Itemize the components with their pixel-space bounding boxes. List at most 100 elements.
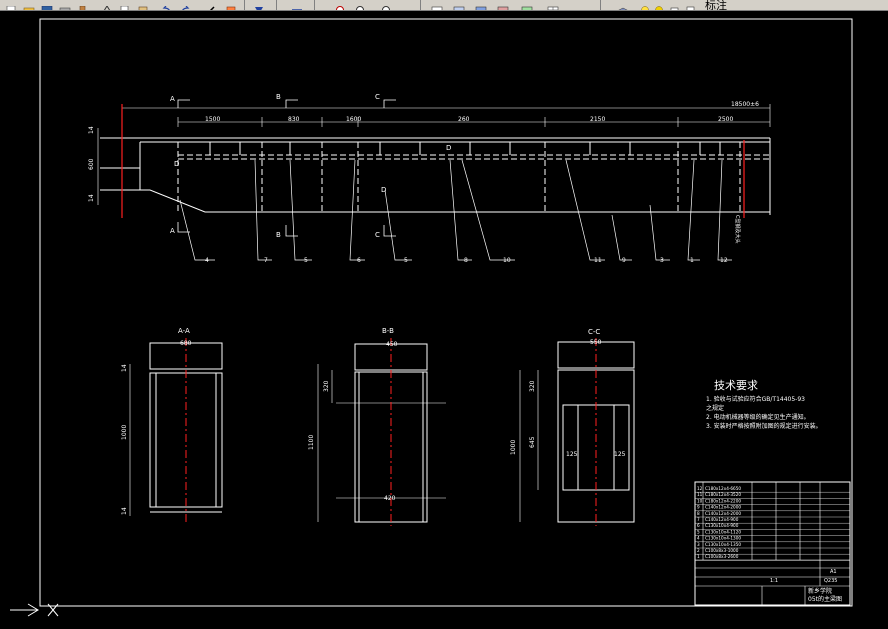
dim-4: 260 [458,116,470,123]
scale: 1:1 [770,578,778,584]
zoom-window-icon[interactable] [354,0,368,10]
aa-width: 680 [180,340,192,347]
title-block-row-name: C140x12x4-2000 [705,505,741,510]
layer-icon[interactable] [616,0,630,10]
bb-inner: 420 [384,495,396,502]
bb-small: 320 [323,380,330,392]
dim-5: 2150 [590,116,605,123]
copy-icon[interactable] [118,0,132,10]
zoom-realtime-icon[interactable] [334,0,348,10]
table-icon[interactable] [546,0,560,10]
part-no-9: 9 [622,257,626,264]
sheet-set-icon[interactable] [496,0,510,10]
title-block-row-no: 7 [697,517,700,522]
dim-6: 2500 [718,116,733,123]
leader-lines [179,159,732,261]
cc-left: 125 [566,451,578,458]
section-view-aa [129,342,223,516]
title-block-row-name: C130x10x4-900 [705,523,739,528]
light-bulb-icon[interactable] [640,0,654,10]
section-view-bb [317,343,446,523]
cad-drawing: A B C A B C 18500±6 1500 830 1600 260 21… [10,18,853,617]
undo-icon[interactable] [160,0,174,10]
cad-toolbar: 标注 [0,0,888,11]
title-block-row-no: 4 [697,536,700,541]
bb-width: 450 [386,341,398,348]
dim-1: 1500 [205,116,220,123]
part-no-3: 3 [660,257,664,264]
part-no-6: 6 [357,257,361,264]
cc-lower: 645 [529,436,536,448]
brush-icon[interactable] [76,0,90,10]
section-a-top: A [170,95,175,103]
cc-upper: 320 [529,380,536,392]
d-mark-2: D [446,144,451,152]
part-no-8: 8 [464,257,468,264]
title-block-row-name: C180x12x4-6650 [705,486,741,491]
part-no-12: 12 [720,257,728,264]
design-center-icon[interactable] [452,0,466,10]
beam-elevation [97,104,771,215]
section-c-bottom: C [375,231,380,239]
title-block-row-name: C180x12x4-2200 [705,498,741,503]
title-block-row-no: 2 [697,548,700,553]
title-block-row-name: C140x12x4-2000 [705,511,741,516]
sheet-size: A1 [830,569,837,575]
tech-item-1b: 之规定 [706,404,724,412]
properties-icon[interactable] [430,0,444,10]
company-name: 新乡学院 [808,587,832,595]
print-icon[interactable] [58,0,72,10]
part-no-1: 1 [690,257,694,264]
markup-icon[interactable] [520,0,534,10]
zoom-previous-icon[interactable] [380,0,394,10]
cut-icon[interactable] [100,0,114,10]
open-icon[interactable] [22,0,36,10]
section-c-top: C [375,93,380,101]
view-title-cc: C-C [588,328,600,336]
title-block-rows: 12 C180x12x4-665011 C180x12x4-352010 C180x1… [695,486,850,561]
dim-2: 830 [288,116,300,123]
section-view-cc [519,341,635,523]
title-block-row-no: 11 [697,492,703,497]
layer-color-icon[interactable] [684,0,698,10]
title-block-row-name: C140x12x4-900 [705,517,739,522]
brush-tool-icon[interactable] [224,0,238,10]
vertical-note: C型钢及大头 [734,215,741,244]
section-b-top: B [276,93,281,101]
tech-item-2: 2. 电动机械器等级的确定见生产通知。 [706,413,810,421]
pan-icon[interactable] [204,0,218,10]
side-dim-bottom: 14 [88,194,95,202]
part-no-7: 7 [264,257,268,264]
title-block-row-no: 1 [697,554,700,559]
title-block-row-no: 8 [697,511,700,516]
material: Q235 [824,578,837,584]
bb-height: 1100 [308,435,315,450]
redo-icon[interactable] [178,0,192,10]
arrow-down-icon[interactable] [252,0,266,10]
title-block-row-name: C100x8x3-1000 [705,548,739,553]
d-mark-1: D [174,160,179,168]
lock-icon[interactable] [668,0,682,10]
cc-height: 1000 [510,440,517,455]
title-block-row-name: C130x10x4-1300 [705,536,741,541]
title-block-row-no: 10 [697,498,703,503]
title-block-row-no: 3 [697,542,700,547]
new-icon[interactable] [4,0,18,10]
part-no-11: 11 [594,257,602,264]
tool-palette-icon[interactable] [474,0,488,10]
aa-top: 14 [121,364,128,372]
drawing-canvas[interactable]: A B C A B C 18500±6 1500 830 1600 260 21… [0,11,888,625]
save-icon[interactable] [40,0,54,10]
overall-dimension: 18500±6 [731,101,759,108]
title-block-row-name: C100x8x3-2600 [705,554,739,559]
sun-freeze-icon[interactable] [654,0,668,10]
move-icon[interactable] [290,0,304,10]
layer-name[interactable]: 标注 [705,0,727,10]
view-title-aa: A-A [178,327,190,335]
paste-icon[interactable] [136,0,150,10]
aa-height: 1000 [121,425,128,440]
tech-item-3: 3. 安装时严格按照附加图的规定进行安装。 [706,422,822,430]
tech-title: 技术要求 [714,379,758,392]
aa-bottom: 14 [121,507,128,515]
tech-item-1: 1. 验收与试验应符合GB/T14405-93 [706,395,805,403]
